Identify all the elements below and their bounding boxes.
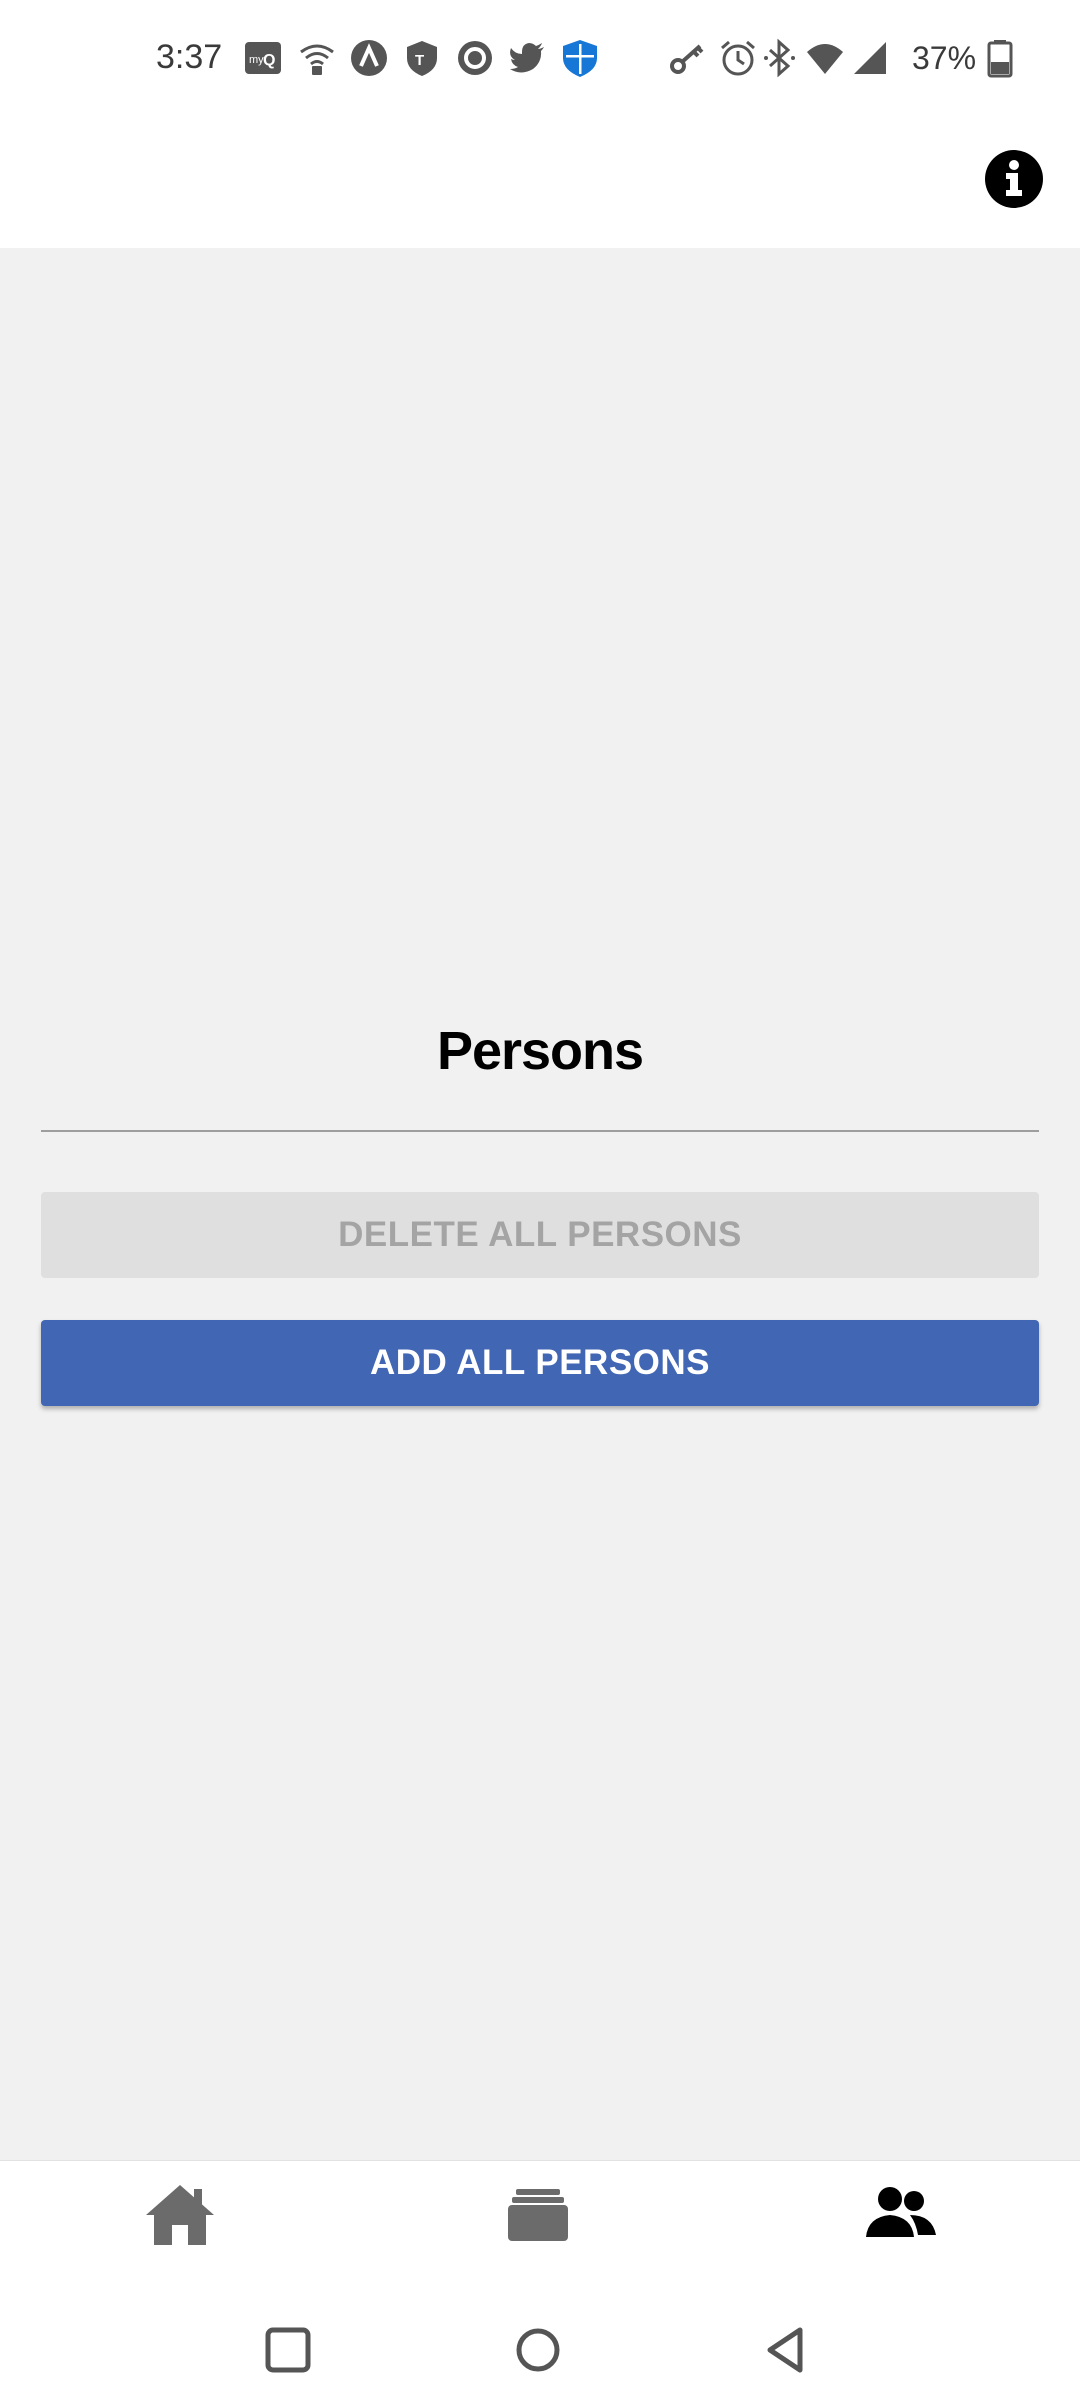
recents-icon[interactable] [258,2320,318,2380]
info-icon [1006,160,1022,196]
bluetooth-icon [764,38,795,78]
svg-text:T: T [415,52,424,69]
myq-icon: my Q [245,42,281,74]
wifi-calling-icon [300,44,334,75]
divider [41,1130,1039,1132]
wifi-icon [807,44,843,74]
back-icon[interactable] [756,2320,816,2380]
add-all-persons-button[interactable]: ADD ALL PERSONS [41,1320,1039,1406]
stack-icon[interactable] [498,2175,578,2255]
shield-icon [563,40,597,77]
info-button[interactable] [985,150,1043,208]
delete-all-persons-button[interactable]: DELETE ALL PERSONS [41,1192,1039,1278]
key-icon [670,44,704,74]
home-nav-icon[interactable] [508,2320,568,2380]
circle-app-icon [458,41,492,75]
tmobile-icon: T [407,41,437,76]
home-icon[interactable] [140,2175,220,2255]
people-icon[interactable] [860,2175,940,2255]
battery-icon [987,40,1013,78]
app-header [0,120,1080,248]
arrow-up-icon [351,40,387,76]
twitter-icon [510,43,544,73]
signal-icon [854,42,886,74]
alarm-icon [721,40,755,76]
svg-text:my: my [249,54,264,66]
status-time: 3:37 [156,38,223,76]
svg-text:Q: Q [263,52,275,69]
status-bar: 3:37 my Q T 37% [0,0,1080,120]
battery-percent: 37% [912,40,977,76]
page-title: Persons [436,1021,644,1081]
